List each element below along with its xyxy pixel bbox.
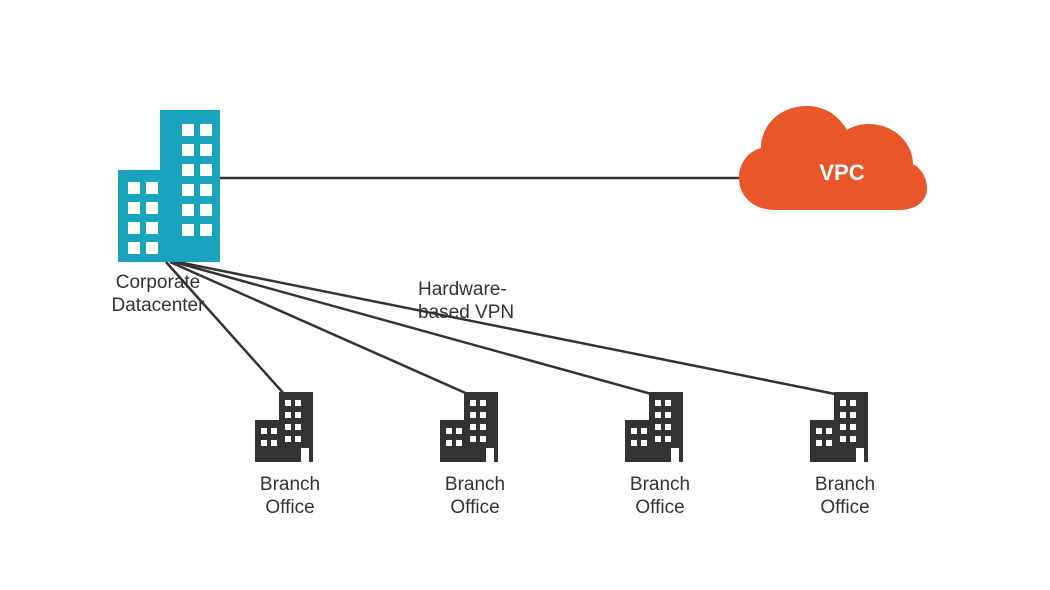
- vpc-cloud: VPC: [739, 106, 927, 210]
- branch4-label-1: Branch: [815, 474, 875, 495]
- branch-buildings-icon: [810, 392, 868, 462]
- link-label-line2: based VPN: [418, 302, 514, 323]
- branch-2: Branch Office: [440, 392, 505, 518]
- branch1-label-2: Office: [265, 497, 314, 518]
- datacenter-buildings-icon: [118, 110, 220, 262]
- branch1-label-1: Branch: [260, 474, 320, 495]
- branch2-label-1: Branch: [445, 474, 505, 495]
- link-dc-branch3: [174, 262, 655, 395]
- branch3-label-2: Office: [635, 497, 684, 518]
- link-label-line1: Hardware-: [418, 279, 507, 300]
- branch-buildings-icon: [255, 392, 313, 462]
- branch-4: Branch Office: [810, 392, 875, 518]
- branch2-label-2: Office: [450, 497, 499, 518]
- branch4-label-2: Office: [820, 497, 869, 518]
- branch-buildings-icon: [440, 392, 498, 462]
- branch-buildings-icon: [625, 392, 683, 462]
- link-label: Hardware- based VPN: [418, 279, 514, 323]
- datacenter: Corporate Datacenter: [112, 110, 220, 316]
- link-dc-branch4: [178, 262, 840, 395]
- datacenter-label-1: Corporate: [116, 272, 201, 293]
- datacenter-label-2: Datacenter: [112, 295, 206, 316]
- branch3-label-1: Branch: [630, 474, 690, 495]
- branch-3: Branch Office: [625, 392, 690, 518]
- branch-1: Branch Office: [255, 392, 320, 518]
- cloud-icon: [739, 106, 927, 210]
- cloud-label: VPC: [819, 160, 864, 185]
